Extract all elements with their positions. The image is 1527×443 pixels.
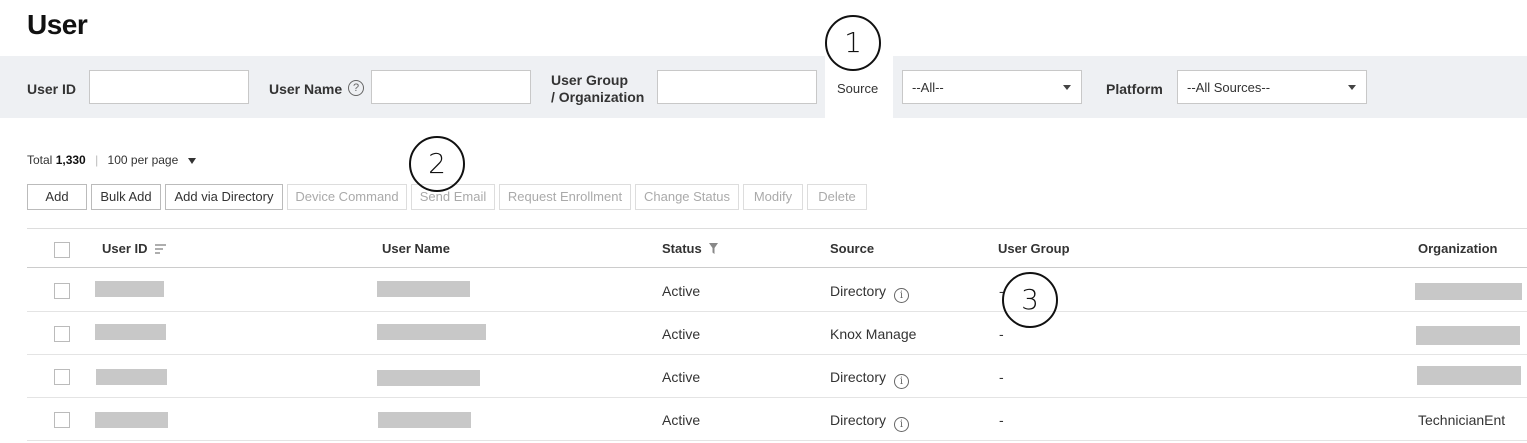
row-source-label: Directory (830, 369, 887, 385)
per-page-select[interactable]: 100 per page (108, 153, 197, 167)
redacted-user-name (378, 412, 471, 428)
row-checkbox[interactable] (54, 326, 70, 342)
redacted-organization (1415, 283, 1522, 300)
row-checkbox[interactable] (54, 283, 70, 299)
row-organization: TechnicianEnt (1418, 412, 1506, 428)
column-header-user-id-label: User ID (102, 241, 148, 256)
redacted-user-id (95, 324, 166, 340)
column-header-user-id[interactable]: User ID (102, 241, 167, 257)
row-source-label: Knox Manage (830, 326, 917, 342)
row-source: Knox Manage (830, 326, 916, 342)
filter-icon[interactable] (709, 242, 719, 257)
chevron-down-icon (1348, 85, 1356, 90)
source-select[interactable]: --All-- (902, 70, 1082, 104)
row-status: Active (662, 283, 701, 299)
table-header-border (27, 267, 1527, 268)
user-name-filter-label: User Name (269, 81, 343, 97)
divider: | (95, 153, 99, 167)
chevron-down-icon (1063, 85, 1071, 90)
add-via-directory-button[interactable]: Add via Directory (165, 184, 283, 210)
platform-filter-label: Platform (1106, 81, 1163, 97)
row-source: Directory i (830, 283, 910, 303)
chevron-down-icon (188, 157, 197, 164)
bulk-add-button[interactable]: Bulk Add (91, 184, 161, 210)
row-source: Directory i (830, 412, 910, 432)
row-checkbox[interactable] (54, 369, 70, 385)
info-icon[interactable]: i (894, 288, 910, 303)
redacted-user-id (95, 412, 168, 428)
redacted-user-name (377, 281, 470, 297)
user-id-filter-label: User ID (27, 81, 77, 97)
total-summary: Total 1,330 | 100 per page (27, 153, 197, 167)
page-title: User (27, 9, 88, 40)
row-divider (27, 397, 1527, 398)
user-group-filter-input[interactable] (657, 70, 817, 104)
row-divider (27, 311, 1527, 312)
user-group-label-line2: / Organization (551, 89, 645, 105)
row-user-group: - (999, 326, 1004, 342)
row-status: Active (662, 412, 701, 428)
column-header-status[interactable]: Status (662, 241, 719, 257)
add-button[interactable]: Add (27, 184, 87, 210)
user-group-filter-label: User Group / Organization (551, 72, 644, 106)
callout-3: 3 (1002, 272, 1058, 328)
callout-2: 2 (409, 136, 465, 192)
modify-button[interactable]: Modify (743, 184, 803, 210)
help-icon[interactable]: ? (348, 80, 364, 96)
redacted-organization (1417, 366, 1521, 385)
table-top-border (27, 228, 1527, 229)
row-divider (27, 440, 1527, 441)
column-header-user-group[interactable]: User Group (998, 241, 1070, 256)
delete-button[interactable]: Delete (807, 184, 867, 210)
info-icon[interactable]: i (894, 417, 910, 432)
redacted-user-id (96, 369, 167, 385)
total-label: Total (27, 153, 53, 167)
total-count: 1,330 (55, 153, 86, 167)
change-status-button[interactable]: Change Status (635, 184, 739, 210)
row-source: Directory i (830, 369, 910, 389)
row-status: Active (662, 369, 701, 385)
select-all-checkbox[interactable] (54, 242, 70, 258)
column-header-user-name[interactable]: User Name (382, 241, 450, 256)
redacted-user-name (377, 370, 480, 386)
row-divider (27, 354, 1527, 355)
device-command-button[interactable]: Device Command (287, 184, 407, 210)
source-filter-label: Source (837, 81, 879, 96)
user-name-filter-input[interactable] (371, 70, 531, 104)
column-header-status-label: Status (662, 241, 702, 256)
sort-icon[interactable] (155, 242, 167, 257)
platform-select-value: --All Sources-- (1187, 80, 1271, 95)
source-select-value: --All-- (912, 80, 944, 95)
row-checkbox[interactable] (54, 412, 70, 428)
redacted-organization (1416, 326, 1520, 345)
row-user-group: - (999, 412, 1004, 428)
info-icon[interactable]: i (894, 374, 910, 389)
user-group-label-line1: User Group (551, 72, 629, 88)
row-source-label: Directory (830, 283, 887, 299)
column-header-organization[interactable]: Organization (1418, 241, 1497, 256)
per-page-label: 100 per page (107, 153, 179, 167)
request-enrollment-button[interactable]: Request Enrollment (499, 184, 631, 210)
row-status: Active (662, 326, 701, 342)
platform-select[interactable]: --All Sources-- (1177, 70, 1367, 104)
redacted-user-id (95, 281, 164, 297)
redacted-user-name (377, 324, 486, 340)
column-header-source[interactable]: Source (830, 241, 874, 256)
callout-1: 1 (825, 15, 881, 71)
row-user-group: - (999, 369, 1004, 385)
user-id-filter-input[interactable] (89, 70, 249, 104)
row-source-label: Directory (830, 412, 887, 428)
